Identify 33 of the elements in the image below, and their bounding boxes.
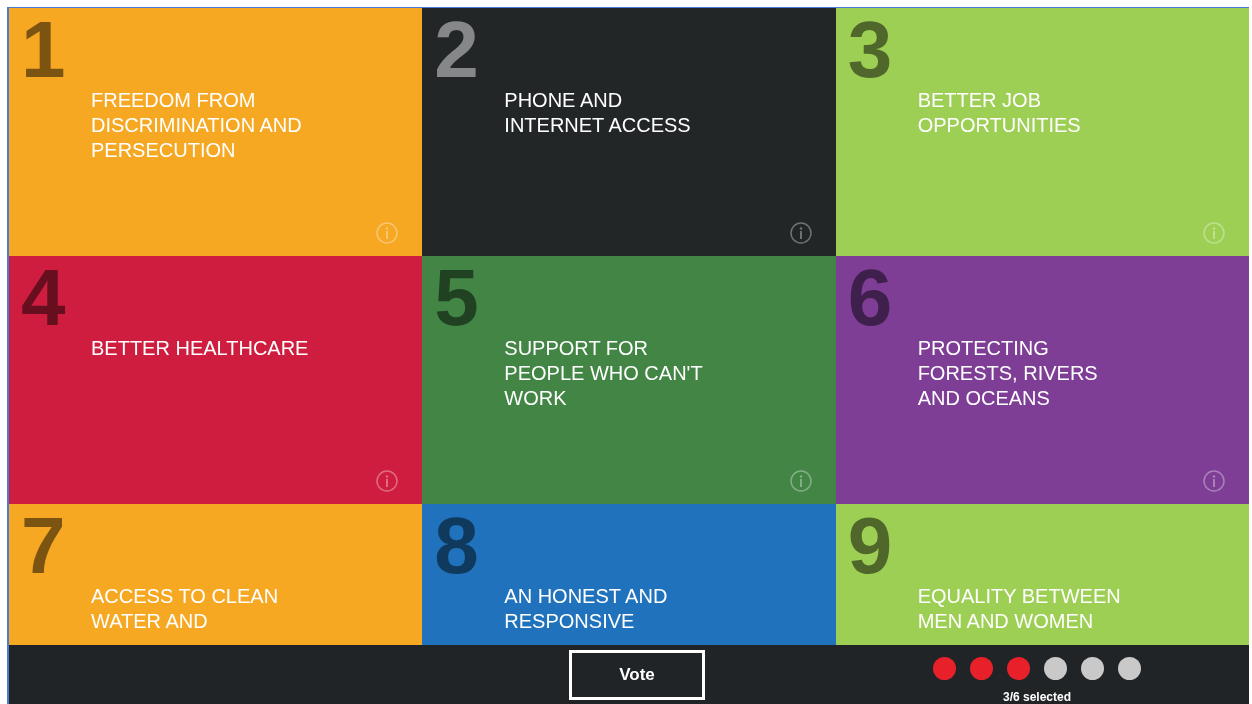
tile-number: 7 bbox=[21, 506, 66, 586]
vote-button[interactable]: Vote bbox=[569, 649, 705, 700]
tile-title: ACCESS TO CLEAN WATER AND bbox=[91, 584, 280, 634]
tile-number: 3 bbox=[847, 10, 893, 90]
option-tile[interactable]: 7 ACCESS TO CLEAN WATER AND bbox=[9, 504, 423, 645]
option-tile[interactable]: 6 PROTECTING FORESTS, RIVERS AND OCEANS bbox=[835, 256, 1249, 504]
info-icon[interactable] bbox=[789, 470, 812, 492]
option-tile[interactable]: 8 AN HONEST AND RESPONSIVE bbox=[422, 504, 836, 645]
option-tile[interactable]: 9 EQUALITY BETWEEN MEN AND WOMEN bbox=[835, 504, 1249, 645]
tile-number: 9 bbox=[847, 506, 893, 586]
option-tile[interactable]: 2 PHONE AND INTERNET ACCESS bbox=[422, 8, 836, 256]
info-icon[interactable] bbox=[789, 222, 812, 244]
tile-number: 2 bbox=[434, 10, 479, 90]
tile-title: BETTER JOB OPPORTUNITIES bbox=[917, 88, 1082, 138]
option-tile[interactable]: 5 SUPPORT FOR PEOPLE WHO CAN'T WORK bbox=[422, 256, 836, 504]
tile-number: 6 bbox=[847, 258, 893, 338]
tile-title: SUPPORT FOR PEOPLE WHO CAN'T WORK bbox=[504, 336, 704, 411]
tile-title: BETTER HEALTHCARE bbox=[91, 336, 310, 361]
info-icon[interactable] bbox=[376, 470, 399, 492]
option-tile[interactable]: 3 BETTER JOB OPPORTUNITIES bbox=[835, 8, 1249, 256]
tile-title: EQUALITY BETWEEN MEN AND WOMEN bbox=[917, 584, 1122, 634]
tile-title: PROTECTING FORESTS, RIVERS AND OCEANS bbox=[917, 336, 1099, 411]
tile-title: AN HONEST AND RESPONSIVE bbox=[504, 584, 669, 634]
tile-title: FREEDOM FROM DISCRIMINATION AND PERSECUTION bbox=[91, 88, 303, 163]
tile-title: PHONE AND INTERNET ACCESS bbox=[504, 88, 692, 138]
tile-number: 1 bbox=[21, 10, 66, 90]
tile-number: 5 bbox=[434, 258, 479, 338]
option-tile[interactable]: 1 FREEDOM FROM DISCRIMINATION AND PERSECUTION bbox=[9, 8, 423, 256]
tile-number: 4 bbox=[21, 258, 66, 338]
option-tile[interactable]: 4 BETTER HEALTHCARE bbox=[9, 256, 423, 504]
selection-count: 3/6 selected bbox=[1002, 689, 1071, 704]
info-icon[interactable] bbox=[1203, 470, 1225, 492]
tile-number: 8 bbox=[434, 506, 479, 586]
